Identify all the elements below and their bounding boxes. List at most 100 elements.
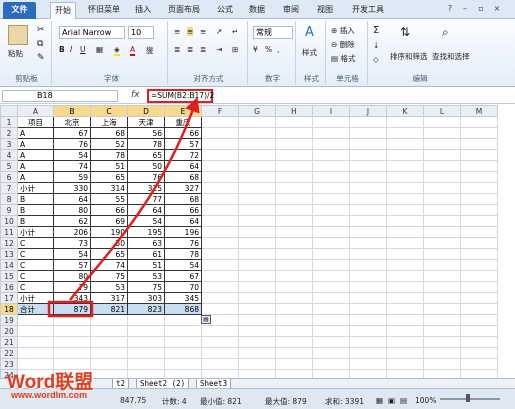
cell[interactable] bbox=[460, 248, 498, 260]
cell[interactable]: A bbox=[17, 171, 54, 183]
insert-cells-button[interactable]: ⊕ 插入 bbox=[331, 25, 355, 36]
cell[interactable]: 68 bbox=[90, 127, 128, 139]
cell[interactable]: 65 bbox=[90, 171, 128, 183]
cell[interactable]: 天津 bbox=[127, 116, 165, 128]
cell[interactable] bbox=[423, 237, 461, 249]
paste-options-icon[interactable]: ▤ bbox=[201, 315, 211, 324]
cell[interactable] bbox=[275, 160, 313, 172]
cell[interactable] bbox=[275, 138, 313, 150]
cell[interactable]: 78 bbox=[127, 138, 165, 150]
paste-icon[interactable] bbox=[8, 25, 28, 45]
tab-home[interactable]: 开始 bbox=[50, 2, 76, 19]
cell[interactable] bbox=[386, 215, 424, 227]
currency-button[interactable]: ¥ bbox=[253, 45, 258, 54]
fx-icon[interactable]: fx bbox=[131, 90, 140, 100]
cell[interactable] bbox=[423, 171, 461, 183]
cell[interactable] bbox=[386, 358, 424, 370]
cell[interactable] bbox=[312, 138, 350, 150]
cell[interactable]: 72 bbox=[164, 149, 202, 161]
cell[interactable] bbox=[423, 358, 461, 370]
tab-review[interactable]: 审阅 bbox=[280, 2, 302, 19]
cell[interactable] bbox=[423, 160, 461, 172]
cell[interactable]: 190 bbox=[90, 226, 128, 238]
zoom-level[interactable]: 100% bbox=[415, 396, 436, 405]
sort-filter-button[interactable]: 排序和筛选 bbox=[390, 51, 428, 62]
align-bottom-icon[interactable]: ≡ bbox=[200, 27, 206, 36]
cell[interactable] bbox=[238, 369, 276, 378]
cell[interactable] bbox=[275, 347, 313, 359]
cell[interactable] bbox=[238, 182, 276, 194]
cell[interactable]: 57 bbox=[164, 138, 202, 150]
minimize-icon[interactable]: – bbox=[460, 4, 470, 14]
cell[interactable] bbox=[386, 116, 424, 128]
cell[interactable] bbox=[386, 226, 424, 238]
help-icon[interactable]: ? bbox=[445, 4, 455, 14]
column-header[interactable]: M bbox=[460, 105, 498, 117]
cell[interactable] bbox=[238, 336, 276, 348]
cell[interactable]: 上海 bbox=[90, 116, 128, 128]
cell[interactable] bbox=[423, 215, 461, 227]
cell[interactable] bbox=[201, 215, 239, 227]
cell[interactable] bbox=[312, 204, 350, 216]
cell[interactable] bbox=[201, 281, 239, 293]
cell[interactable] bbox=[386, 182, 424, 194]
cell[interactable] bbox=[312, 149, 350, 161]
cell[interactable] bbox=[164, 314, 202, 326]
cell[interactable] bbox=[349, 325, 387, 337]
row-header[interactable]: 6 bbox=[0, 171, 18, 183]
cell[interactable] bbox=[312, 336, 350, 348]
cell[interactable]: 75 bbox=[127, 281, 165, 293]
cell[interactable] bbox=[275, 270, 313, 282]
cell[interactable] bbox=[238, 347, 276, 359]
cell[interactable] bbox=[312, 303, 350, 315]
cell[interactable] bbox=[423, 116, 461, 128]
cell[interactable] bbox=[423, 248, 461, 260]
cell[interactable] bbox=[275, 248, 313, 260]
font-color-button[interactable]: A bbox=[130, 45, 136, 56]
find-select-icon[interactable]: ⌕ bbox=[442, 25, 449, 40]
cell[interactable]: 小计 bbox=[17, 226, 54, 238]
cell[interactable]: C bbox=[17, 281, 54, 293]
copy-icon[interactable]: ⧉ bbox=[37, 39, 43, 49]
cell[interactable]: 76 bbox=[53, 138, 91, 150]
cell[interactable]: 75 bbox=[90, 270, 128, 282]
cell[interactable] bbox=[238, 215, 276, 227]
cell[interactable] bbox=[238, 193, 276, 205]
column-header[interactable]: L bbox=[423, 105, 461, 117]
cell[interactable] bbox=[349, 336, 387, 348]
cell[interactable] bbox=[238, 127, 276, 139]
fill-color-icon[interactable]: ◈ bbox=[114, 45, 120, 56]
row-header[interactable]: 5 bbox=[0, 160, 18, 172]
cell[interactable] bbox=[201, 358, 239, 370]
cell[interactable] bbox=[275, 171, 313, 183]
cell[interactable] bbox=[201, 237, 239, 249]
cell[interactable] bbox=[201, 193, 239, 205]
column-header[interactable]: F bbox=[201, 105, 239, 117]
cell[interactable] bbox=[201, 336, 239, 348]
cell[interactable] bbox=[312, 292, 350, 304]
cell[interactable] bbox=[275, 358, 313, 370]
cell[interactable] bbox=[386, 149, 424, 161]
cell[interactable] bbox=[275, 281, 313, 293]
cell[interactable]: A bbox=[17, 160, 54, 172]
row-header[interactable]: 2 bbox=[0, 127, 18, 139]
phonetic-button[interactable]: 燮 bbox=[146, 45, 154, 56]
row-header[interactable]: 1 bbox=[0, 116, 18, 128]
cell[interactable]: 327 bbox=[164, 182, 202, 194]
cell[interactable] bbox=[349, 314, 387, 326]
cell[interactable] bbox=[460, 325, 498, 337]
cell[interactable] bbox=[201, 303, 239, 315]
format-cells-button[interactable]: ▤ 格式 bbox=[331, 53, 355, 64]
cell[interactable] bbox=[423, 314, 461, 326]
paste-button[interactable]: 粘贴 bbox=[8, 48, 23, 59]
cell[interactable] bbox=[201, 149, 239, 161]
row-header[interactable]: 8 bbox=[0, 193, 18, 205]
cell[interactable] bbox=[201, 325, 239, 337]
cell[interactable]: 57 bbox=[53, 259, 91, 271]
cell[interactable] bbox=[386, 160, 424, 172]
cell[interactable] bbox=[90, 369, 128, 378]
font-size-select[interactable]: 10 bbox=[128, 26, 154, 39]
cell[interactable] bbox=[349, 369, 387, 378]
cell[interactable]: C bbox=[17, 270, 54, 282]
cell[interactable] bbox=[17, 314, 54, 326]
